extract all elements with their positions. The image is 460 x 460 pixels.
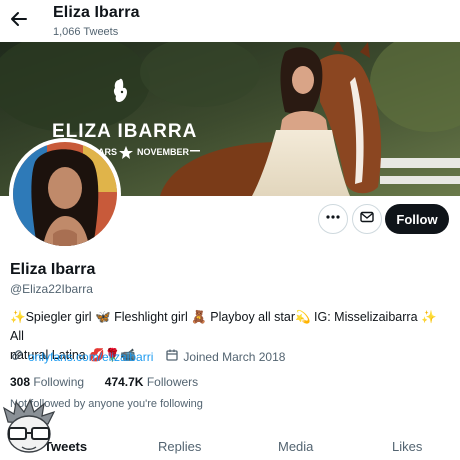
tab-likes[interactable]: Likes bbox=[392, 439, 422, 454]
profile-handle: @Eliza22Ibarra bbox=[10, 282, 93, 296]
followers-count: 474.7K bbox=[104, 375, 144, 389]
top-bar: Eliza Ibarra 1,066 Tweets bbox=[0, 0, 460, 42]
follow-counts: 308 Following 474.7K Followers bbox=[10, 375, 198, 389]
envelope-icon bbox=[359, 209, 375, 230]
followers-link[interactable]: 474.7K Followers bbox=[105, 375, 198, 389]
banner-subtitle-right: NOVEMBER bbox=[137, 147, 190, 157]
message-button[interactable] bbox=[352, 204, 382, 234]
bio-line-1: ✨Spiegler girl 🦋 Fleshlight girl 🧸 Playb… bbox=[10, 310, 437, 343]
tweet-count: 1,066 Tweets bbox=[53, 26, 119, 38]
page-title: Eliza Ibarra bbox=[53, 4, 140, 21]
joined-date: Joined March 2018 bbox=[183, 349, 286, 364]
following-count: 308 bbox=[10, 375, 31, 389]
avatar[interactable] bbox=[9, 138, 121, 250]
following-label: Following bbox=[33, 375, 85, 389]
cartoon-face-icon bbox=[0, 398, 58, 456]
profile-link[interactable]: onlyfans.com/elizaibarri bbox=[28, 350, 153, 364]
follow-button[interactable]: Follow bbox=[385, 204, 449, 234]
tab-replies[interactable]: Replies bbox=[158, 439, 201, 454]
link-icon bbox=[10, 348, 24, 365]
following-link[interactable]: 308 Following bbox=[10, 375, 84, 389]
profile-tabs: Tweets Replies Media Likes bbox=[0, 432, 460, 460]
more-icon bbox=[325, 209, 341, 230]
profile-meta: onlyfans.com/elizaibarri Joined March 20… bbox=[10, 348, 285, 365]
tab-media[interactable]: Media bbox=[278, 439, 313, 454]
more-button[interactable] bbox=[318, 204, 348, 234]
profile-name: Eliza Ibarra bbox=[10, 261, 96, 278]
arrow-left-icon[interactable] bbox=[8, 8, 30, 30]
calendar-icon bbox=[165, 348, 179, 365]
followers-label: Followers bbox=[146, 375, 199, 389]
